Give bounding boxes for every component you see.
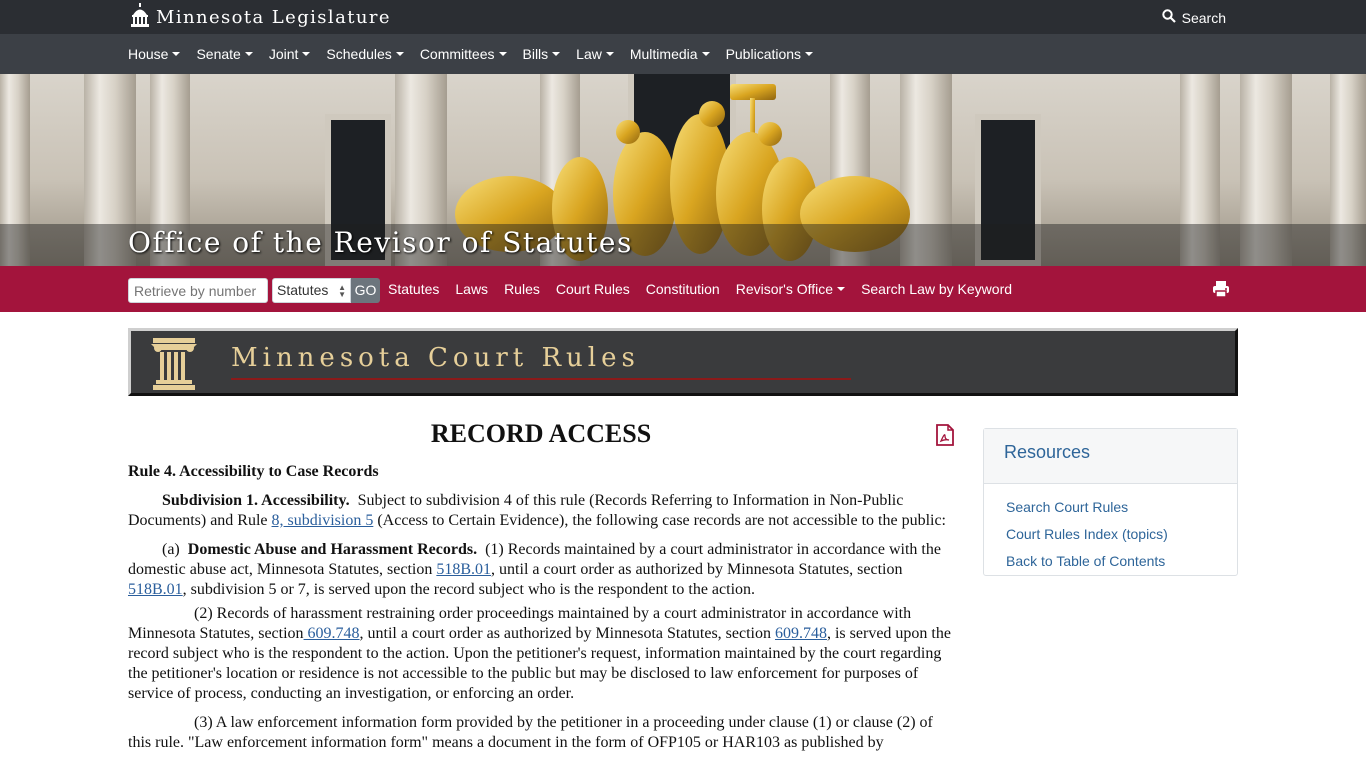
resources-title: Resources <box>984 429 1237 484</box>
header-banner-image: Office of the Revisor of Statutes <box>0 74 1366 266</box>
paragraph-text: , subdivision 5 or 7, is served upon the… <box>182 581 756 598</box>
clause-heading: Domestic Abuse and Harassment Records. <box>187 541 478 558</box>
caret-down-icon <box>498 52 507 56</box>
pdf-icon[interactable] <box>936 424 954 452</box>
select-arrows-icon: ▲ ▼ <box>338 283 346 299</box>
column-pillar-icon <box>151 338 197 390</box>
revnav-rules[interactable]: Rules <box>504 266 540 312</box>
caret-down-icon <box>302 52 311 56</box>
retrieve-by-number-input[interactable] <box>128 278 268 303</box>
legislature-home-link[interactable]: Minnesota Legislature <box>130 2 391 32</box>
nav-schedules[interactable]: Schedules <box>326 34 404 74</box>
revnav-court-rules[interactable]: Court Rules <box>556 266 630 312</box>
search-link[interactable]: Search <box>1161 9 1226 26</box>
caret-down-icon <box>701 52 710 56</box>
search-icon <box>1161 9 1176 26</box>
caret-down-icon <box>244 52 253 56</box>
nav-law[interactable]: Law <box>576 34 614 74</box>
court-rules-header: Minnesota Court Rules <box>128 328 1238 396</box>
clause-label: (a) <box>162 541 180 558</box>
back-to-toc-link[interactable]: Back to Table of Contents <box>1006 548 1215 575</box>
statute-609748-link[interactable]: 609.748 <box>304 625 360 642</box>
subdivision-label: Subdivision 1. Accessibility. <box>162 492 350 509</box>
revnav-revisors-office[interactable]: Revisor's Office <box>736 266 846 312</box>
top-bar: Minnesota Legislature Search <box>0 0 1366 34</box>
capitol-dome-icon <box>130 2 150 32</box>
rule-heading: Rule 4. Accessibility to Case Records <box>128 463 379 480</box>
court-rules-title: Minnesota Court Rules <box>231 343 640 373</box>
nav-publications[interactable]: Publications <box>726 34 814 74</box>
statute-609748-link[interactable]: 609.748 <box>775 625 827 642</box>
nav-house[interactable]: House <box>128 34 181 74</box>
search-court-rules-link[interactable]: Search Court Rules <box>1006 494 1215 521</box>
clause-a1-paragraph: (a) Domestic Abuse and Harassment Record… <box>128 540 954 600</box>
revisor-toolbar: Statutes ▲▼ GO Statutes Laws Rules Court… <box>0 266 1366 312</box>
main-nav: House Senate Joint Schedules Committees … <box>0 34 1366 74</box>
revnav-laws[interactable]: Laws <box>455 266 488 312</box>
clause-a2-paragraph: (2) Records of harassment restraining or… <box>128 604 954 704</box>
court-rules-index-link[interactable]: Court Rules Index (topics) <box>1006 521 1215 548</box>
caret-down-icon <box>552 52 561 56</box>
caret-down-icon <box>605 52 614 56</box>
rule-8-subdivision-5-link[interactable]: 8, subdivision 5 <box>272 512 374 529</box>
search-label: Search <box>1181 9 1226 26</box>
document-type-select[interactable]: Statutes ▲ ▼ <box>272 278 351 303</box>
caret-down-icon <box>805 52 814 56</box>
resources-panel: Resources Search Court Rules Court Rules… <box>983 428 1238 576</box>
subdivision-1-paragraph: Subdivision 1. Accessibility. Subject to… <box>128 491 954 531</box>
print-icon[interactable] <box>1212 280 1230 303</box>
go-button[interactable]: GO <box>351 278 380 303</box>
caret-down-icon <box>837 287 846 291</box>
revnav-search-law-by-keyword[interactable]: Search Law by Keyword <box>861 266 1012 312</box>
nav-committees[interactable]: Committees <box>420 34 507 74</box>
rule-document: RECORD ACCESS Rule 4. Accessibility to C… <box>128 416 954 753</box>
paragraph-text: , until a court order as authorized by M… <box>359 625 775 642</box>
document-title: RECORD ACCESS <box>430 419 652 448</box>
document-type-value: Statutes <box>277 282 329 298</box>
paragraph-text: (Access to Certain Evidence), the follow… <box>373 512 946 529</box>
nav-joint[interactable]: Joint <box>269 34 311 74</box>
nav-senate[interactable]: Senate <box>196 34 253 74</box>
brand-name: Minnesota Legislature <box>156 6 391 28</box>
nav-multimedia[interactable]: Multimedia <box>630 34 710 74</box>
statute-518b01-link[interactable]: 518B.01 <box>436 561 491 578</box>
nav-bills[interactable]: Bills <box>523 34 561 74</box>
statute-518b01-link[interactable]: 518B.01 <box>128 581 183 598</box>
title-underline <box>231 378 851 380</box>
revnav-statutes[interactable]: Statutes <box>388 266 439 312</box>
caret-down-icon <box>395 52 404 56</box>
revnav-constitution[interactable]: Constitution <box>646 266 720 312</box>
clause-a3-paragraph: (3) A law enforcement information form p… <box>128 714 933 751</box>
paragraph-text: , until a court order as authorized by M… <box>491 561 903 578</box>
caret-down-icon <box>172 52 181 56</box>
banner-title: Office of the Revisor of Statutes <box>128 226 633 259</box>
revisor-nav: Statutes Laws Rules Court Rules Constitu… <box>388 266 1028 312</box>
